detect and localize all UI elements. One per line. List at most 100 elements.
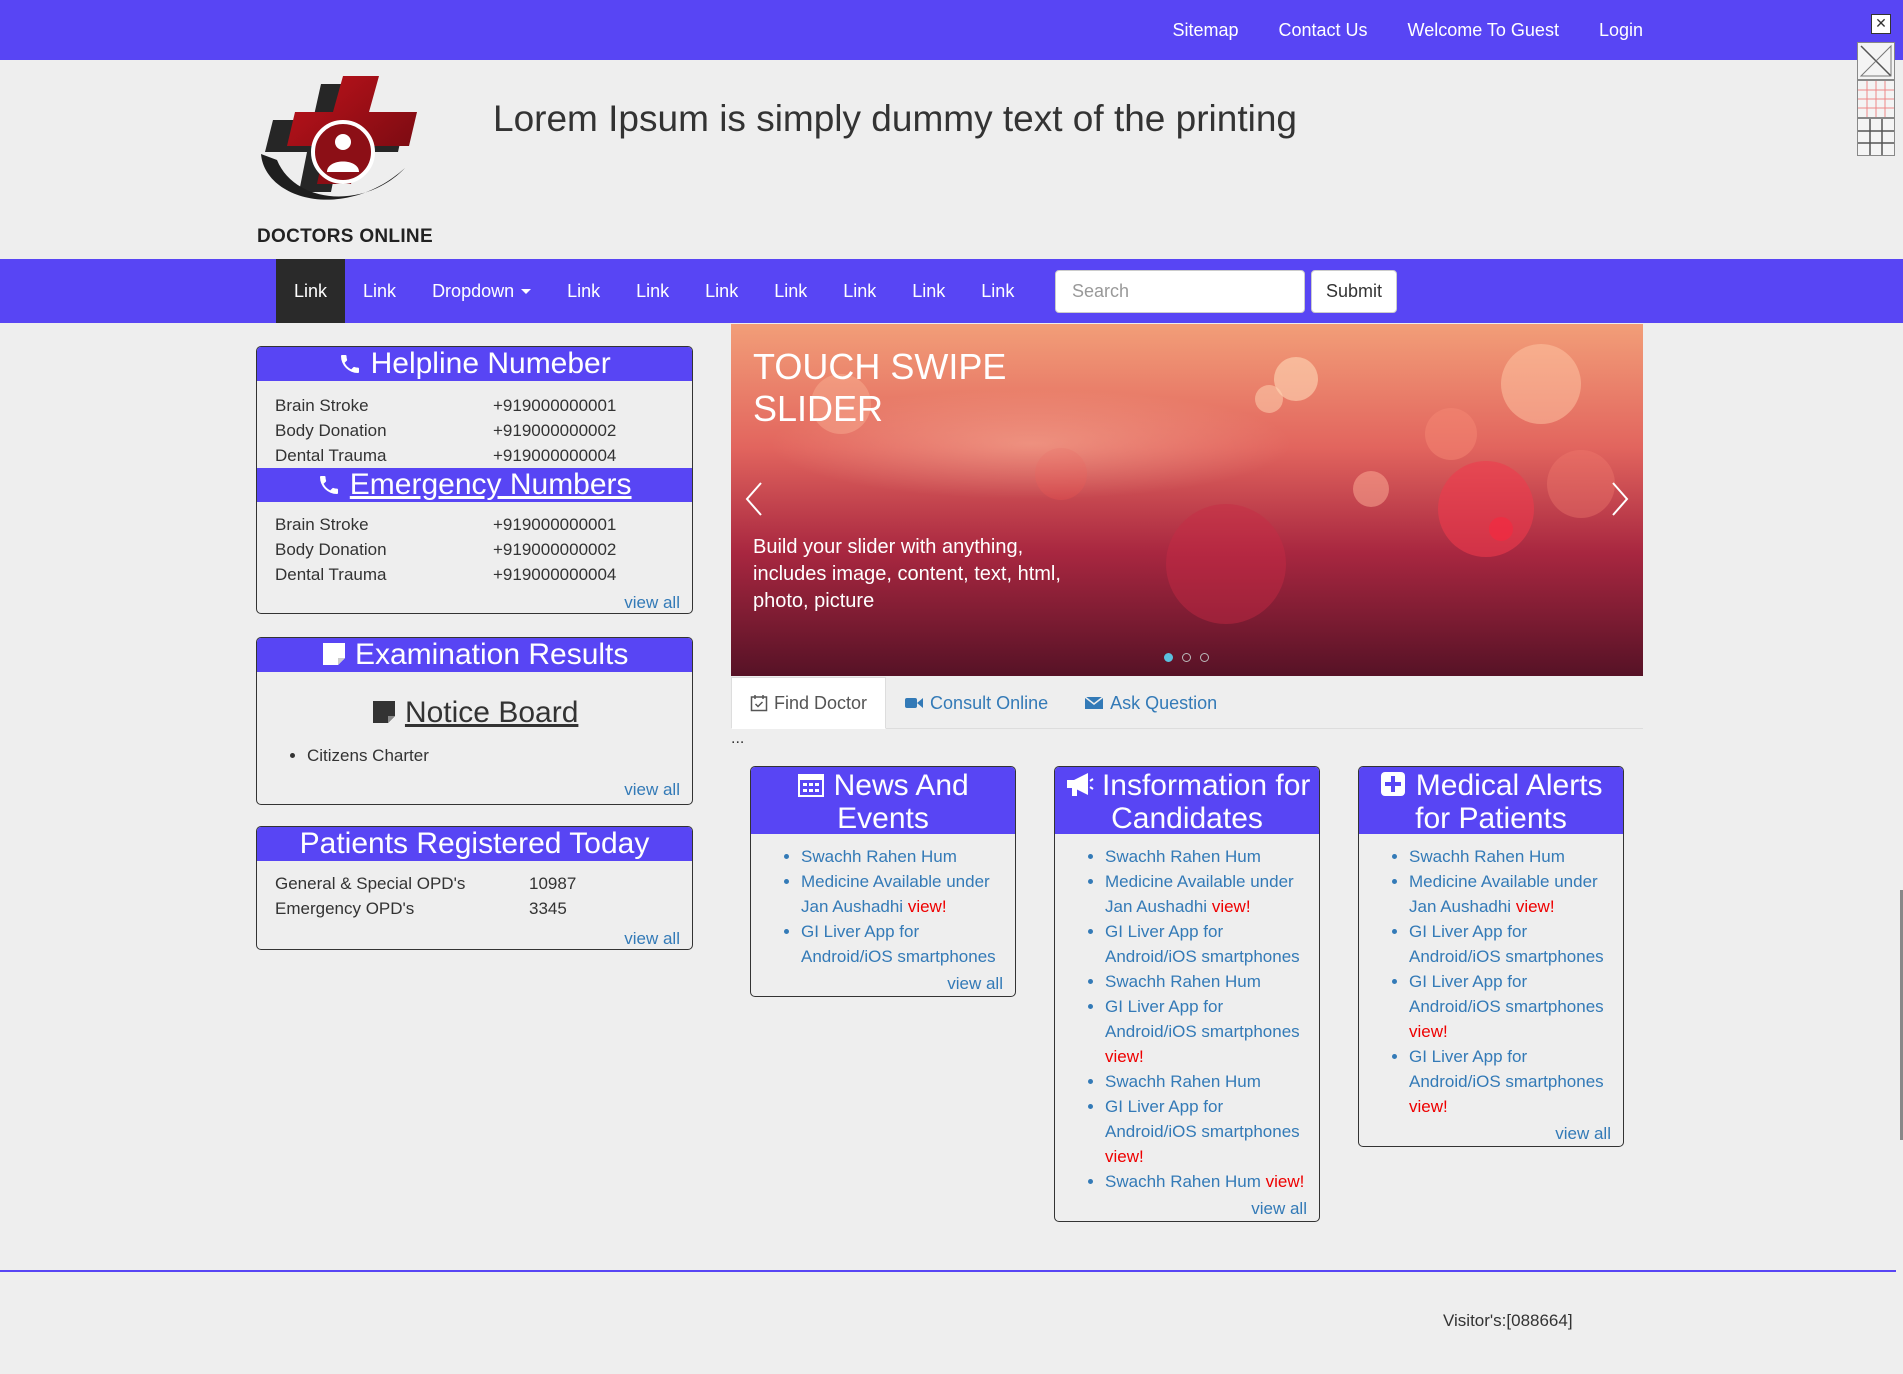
tab-consult-online[interactable]: Consult Online (886, 677, 1066, 729)
news-events-title: News And Events (833, 769, 969, 835)
list-item: GI Liver App for Android/iOS smartphones… (1409, 969, 1613, 1044)
list-item-link[interactable]: Medicine Available under Jan Aushadhi (801, 872, 990, 916)
tab-find-doctor[interactable]: Find Doctor (731, 677, 887, 729)
view-link[interactable]: view! (1266, 1172, 1305, 1191)
nav-link-3[interactable]: Link (549, 259, 618, 323)
chevron-right-icon[interactable] (1605, 479, 1635, 519)
patients-row: General & Special OPD's 10987 (275, 871, 674, 896)
list-item-link[interactable]: GI Liver App for Android/iOS smartphones (1105, 922, 1300, 966)
emergency-number: +919000000001 (493, 515, 617, 534)
table-grid-icon[interactable] (1857, 118, 1895, 156)
contact-us-link[interactable]: Contact Us (1279, 20, 1368, 41)
nav-link-5[interactable]: Link (687, 259, 756, 323)
emergency-name: Brain Stroke (275, 515, 369, 534)
image-slider[interactable]: TOUCH SWIPE SLIDER Build your slider wit… (731, 324, 1643, 676)
list-item: Swachh Rahen Hum (1105, 969, 1309, 994)
sticky-note-icon (372, 701, 395, 723)
list-item-link[interactable]: Medicine Available under Jan Aushadhi (1409, 872, 1598, 916)
patients-row-count: 10987 (529, 874, 577, 893)
nav-dropdown[interactable]: Dropdown (414, 259, 549, 323)
list-item-link[interactable]: GI Liver App for Android/iOS smartphones (801, 922, 996, 966)
phone-icon (341, 355, 360, 373)
chevron-left-icon[interactable] (739, 479, 769, 519)
emergency-title[interactable]: Emergency Numbers (350, 468, 632, 501)
grid-red-icon[interactable] (1857, 80, 1895, 118)
notice-board-title[interactable]: Notice Board (405, 696, 578, 729)
submit-button[interactable]: Submit (1311, 270, 1397, 313)
nav-link-9[interactable]: Link (963, 259, 1032, 323)
close-icon[interactable]: ✕ (1871, 14, 1891, 34)
view-link[interactable]: view! (908, 897, 947, 916)
examination-header: Examination Results (257, 638, 692, 672)
nav-link-8[interactable]: Link (894, 259, 963, 323)
calendar-icon (798, 774, 825, 797)
list-item-link[interactable]: Swachh Rahen Hum (1409, 847, 1565, 866)
alerts-view-all[interactable]: view all (1359, 1119, 1623, 1146)
list-item-link[interactable]: Swachh Rahen Hum (1105, 1072, 1261, 1091)
sitemap-link[interactable]: Sitemap (1172, 20, 1238, 41)
nav-link-7[interactable]: Link (825, 259, 894, 323)
helpline-number: +919000000004 (493, 446, 617, 465)
nav-link-1[interactable]: Link (276, 259, 346, 323)
list-item-link[interactable]: GI Liver App for Android/iOS smartphones (1105, 1097, 1300, 1141)
notice-board-heading[interactable]: Notice Board (257, 696, 692, 730)
list-item: GI Liver App for Android/iOS smartphones… (1105, 994, 1309, 1069)
list-item-link[interactable]: Swachh Rahen Hum (801, 847, 957, 866)
helpline-rows: Brain Stroke +919000000001 Body Donation +… (257, 381, 692, 468)
list-item: Swachh Rahen Hum (1409, 844, 1613, 869)
emergency-header[interactable]: Emergency Numbers (257, 468, 692, 502)
patients-view-all[interactable]: view all (257, 921, 692, 949)
list-item: GI Liver App for Android/iOS smartphones (1409, 919, 1613, 969)
list-item-link[interactable]: Swachh Rahen Hum (1105, 972, 1261, 991)
login-link[interactable]: Login (1599, 20, 1643, 41)
search-input[interactable] (1055, 270, 1305, 313)
helpline-panel: Helpline Numeber Brain Stroke +9190000000… (256, 346, 693, 614)
helpline-view-all[interactable]: view all (257, 587, 692, 613)
tab-ask-question[interactable]: Ask Question (1066, 677, 1235, 729)
view-link[interactable]: view! (1409, 1022, 1448, 1041)
list-item-link[interactable]: GI Liver App for Android/iOS smartphones (1105, 997, 1300, 1041)
phone-icon (320, 476, 339, 494)
helpline-title: Helpline Numeber (370, 347, 611, 380)
slider-dots (1164, 653, 1209, 662)
plus-square-icon (1381, 772, 1406, 796)
list-item-link[interactable]: Medicine Available under Jan Aushadhi (1105, 872, 1294, 916)
emergency-number: +919000000004 (493, 565, 617, 584)
calendar-check-icon (750, 695, 768, 712)
info-view-all[interactable]: view all (1055, 1194, 1319, 1221)
helpline-number: +919000000002 (493, 421, 617, 440)
doctors-online-logo[interactable] (255, 72, 425, 252)
patients-row-name: General & Special OPD's (275, 874, 466, 893)
slider-dot[interactable] (1200, 653, 1209, 662)
helpline-row: Dental Trauma +919000000004 (275, 443, 674, 468)
list-item-link[interactable]: GI Liver App for Android/iOS smartphones (1409, 1047, 1604, 1091)
examination-panel: Examination Results Notice Board Citizen… (256, 637, 693, 805)
news-view-all[interactable]: view all (751, 969, 1015, 996)
draw-tool-icon[interactable] (1857, 42, 1895, 80)
slider-dot[interactable] (1182, 653, 1191, 662)
list-item-link[interactable]: Swachh Rahen Hum (1105, 847, 1261, 866)
nav-link-2[interactable]: Link (345, 259, 414, 323)
exam-view-all[interactable]: view all (257, 768, 692, 800)
caret-down-icon (521, 288, 532, 294)
view-link[interactable]: view! (1516, 897, 1555, 916)
view-link[interactable]: view! (1105, 1147, 1144, 1166)
tab-ask-question-label: Ask Question (1110, 692, 1218, 713)
helpline-row: Brain Stroke +919000000001 (275, 393, 674, 418)
helpline-header: Helpline Numeber (257, 347, 692, 381)
notice-item[interactable]: Citizens Charter (307, 744, 692, 768)
list-item-link[interactable]: GI Liver App for Android/iOS smartphones (1409, 922, 1604, 966)
medical-alerts-box: Medical Alerts for Patients Swachh Rahen… (1358, 766, 1624, 1147)
tab-content-placeholder: ... (731, 730, 745, 747)
slider-dot[interactable] (1164, 653, 1173, 662)
top-bar: Sitemap Contact Us Welcome To Guest Logi… (0, 0, 1903, 60)
emergency-number: +919000000002 (493, 540, 617, 559)
nav-link-4[interactable]: Link (618, 259, 687, 323)
view-link[interactable]: view! (1105, 1047, 1144, 1066)
view-link[interactable]: view! (1212, 897, 1251, 916)
list-item-link[interactable]: GI Liver App for Android/iOS smartphones (1409, 972, 1604, 1016)
nav-link-6[interactable]: Link (756, 259, 825, 323)
view-link[interactable]: view! (1409, 1097, 1448, 1116)
welcome-guest-link[interactable]: Welcome To Guest (1408, 20, 1559, 41)
list-item-link[interactable]: Swachh Rahen Hum (1105, 1172, 1261, 1191)
